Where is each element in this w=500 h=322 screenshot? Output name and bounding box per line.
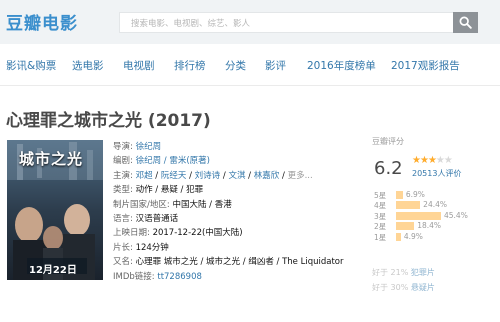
compare-value: 30%	[390, 283, 409, 292]
language-value: 汉语普通话	[135, 214, 179, 225]
star-filled-icon: ★	[427, 155, 437, 166]
nav-item-chart[interactable]: 排行榜	[174, 58, 206, 73]
rating-bar-label: 4星	[374, 201, 387, 211]
writer-label: 编剧:	[113, 156, 133, 167]
cast-link[interactable]: 邓超	[136, 171, 153, 181]
nav-item-annual-2016[interactable]: 2016年度榜单	[307, 58, 376, 73]
rating-bar-row: 5星 6.9%	[372, 190, 497, 200]
rating-bar-label: 5星	[374, 191, 387, 200]
rating-bar-row: 4星 24.4%	[372, 200, 497, 210]
rating-bar-percent: 45.4%	[444, 210, 468, 220]
cast-link[interactable]: 林嘉欣	[254, 171, 280, 181]
movie-info: 导演: 徐纪周 编剧: 徐纪周 / 雷米(原著) 主演: 邓超 / 阮经天 / …	[113, 140, 358, 284]
star-empty-icon: ★	[443, 155, 453, 166]
director-link[interactable]: 徐纪周	[136, 142, 162, 152]
rating-bar-percent: 18.4%	[417, 221, 442, 231]
release-value: 2017-12-22(中国大陆)	[152, 228, 243, 239]
rating-bar-label: 3星	[374, 211, 387, 221]
nav-item-report-2017[interactable]: 2017观影报告	[391, 58, 460, 73]
rating-panel: 豆瓣评分 6.2 ★★★★★ 20513人评价 5星 6.9% 4星 24.4% 3星 4…	[372, 136, 497, 242]
info-director: 导演: 徐纪周	[113, 140, 358, 154]
runtime-label: 片长:	[113, 242, 133, 253]
compare-category-link[interactable]: 悬疑片	[411, 283, 435, 292]
rating-bar-row: 2星 18.4%	[372, 221, 497, 231]
star-filled-icon: ★	[412, 155, 421, 166]
rating-score: 6.2	[374, 158, 403, 179]
nav-item-explore[interactable]: 选电影	[72, 58, 104, 73]
rating-compare: 好于 21% 犯罪片 好于 30% 悬疑片	[372, 265, 497, 295]
compare-value: 21%	[390, 268, 409, 277]
aka-label: 又名:	[113, 257, 133, 268]
runtime-value: 124分钟	[135, 242, 169, 253]
info-runtime: 片长: 124分钟	[113, 241, 358, 255]
search-icon	[459, 16, 472, 29]
top-bar: 豆瓣电影 搜索电影、电视剧、综艺、影人	[0, 0, 500, 44]
rating-bar	[396, 211, 441, 220]
nav-item-tv[interactable]: 电视剧	[123, 58, 155, 73]
info-genre: 类型: 动作 / 悬疑 / 犯罪	[113, 183, 358, 197]
rating-bar-percent: 24.4%	[423, 200, 447, 210]
info-language: 语言: 汉语普通话	[113, 212, 358, 226]
info-cast: 主演: 邓超 / 阮经天 / 刘诗诗 / 文淇 / 林嘉欣 / 更多...	[113, 170, 313, 181]
poster-title: 城市之光	[19, 150, 84, 168]
country-label: 制片国家/地区:	[113, 199, 170, 210]
rating-bar-label: 1星	[374, 232, 387, 242]
cast-label: 主演:	[113, 170, 133, 181]
rating-bar	[396, 191, 403, 199]
rating-stars: ★★★★★	[412, 155, 453, 166]
douban-movie-logo[interactable]: 豆瓣电影	[6, 9, 78, 34]
cast-link[interactable]: 刘诗诗	[195, 171, 221, 181]
star-filled-icon: ★	[419, 155, 429, 166]
star-empty-icon: ★	[435, 155, 445, 166]
info-aka: 又名: 心理罪 城市之光 / 城市之光 / 缉凶者 / The Liquidat…	[113, 255, 358, 269]
language-label: 语言:	[113, 214, 133, 225]
cast-more-link[interactable]: 更多...	[288, 171, 313, 181]
movie-poster[interactable]: 城市之光 12月22日	[7, 140, 103, 280]
compare-row: 好于 30% 悬疑片	[372, 280, 497, 295]
search-button[interactable]	[453, 12, 478, 33]
info-writers: 编剧: 徐纪周 / 雷米(原著)	[113, 154, 358, 168]
imdb-label: IMDb链接:	[113, 271, 155, 282]
genre-label: 类型:	[113, 185, 133, 196]
search-input[interactable]: 搜索电影、电视剧、综艺、影人	[119, 12, 453, 33]
rating-bar	[396, 222, 415, 231]
imdb-link[interactable]: tt7286908	[157, 272, 202, 282]
rating-bar-percent: 6.9%	[405, 190, 425, 199]
rating-bar-label: 2星	[374, 222, 387, 232]
nav-item-reviews[interactable]: 影评	[265, 58, 286, 73]
info-release: 上映日期: 2017-12-22(中国大陆)	[113, 226, 358, 240]
genre-value: 动作 / 悬疑 / 犯罪	[135, 185, 204, 196]
rating-votes-link[interactable]: 20513人评价	[412, 168, 461, 179]
writer-links[interactable]: 徐纪周 / 雷米(原著)	[136, 156, 210, 166]
main-nav: 影讯&购票 选电影 电视剧 排行榜 分类 影评 2016年度榜单 2017观影报…	[0, 44, 500, 86]
release-label: 上映日期:	[113, 228, 150, 239]
poster-release-date: 12月22日	[29, 265, 77, 276]
info-country: 制片国家/地区: 中国大陆 / 香港	[113, 198, 358, 212]
director-label: 导演:	[113, 142, 133, 152]
aka-value: 心理罪 城市之光 / 城市之光 / 缉凶者 / The Liquidator	[135, 257, 344, 268]
compare-category-link[interactable]: 犯罪片	[411, 268, 435, 277]
country-value: 中国大陆 / 香港	[172, 199, 232, 210]
rating-bar-row: 3星 45.4%	[372, 211, 497, 221]
rating-label: 豆瓣评分	[372, 137, 404, 146]
rating-bar	[396, 232, 401, 241]
page-title: 心理罪之城市之光 (2017)	[6, 111, 211, 131]
nav-item-tags[interactable]: 分类	[225, 58, 246, 73]
info-imdb: IMDb链接: tt7286908	[113, 270, 358, 284]
compare-prefix: 好于	[372, 268, 388, 277]
rating-bar-row: 1星 4.9%	[372, 232, 497, 242]
rating-bar	[396, 201, 421, 210]
compare-prefix: 好于	[372, 283, 388, 292]
cast-link[interactable]: 文淇	[228, 171, 245, 181]
rating-bar-percent: 4.9%	[403, 231, 423, 241]
cast-link[interactable]: 阮经天	[161, 171, 187, 181]
compare-row: 好于 21% 犯罪片	[372, 265, 497, 280]
nav-item-tickets[interactable]: 影讯&购票	[6, 58, 56, 73]
